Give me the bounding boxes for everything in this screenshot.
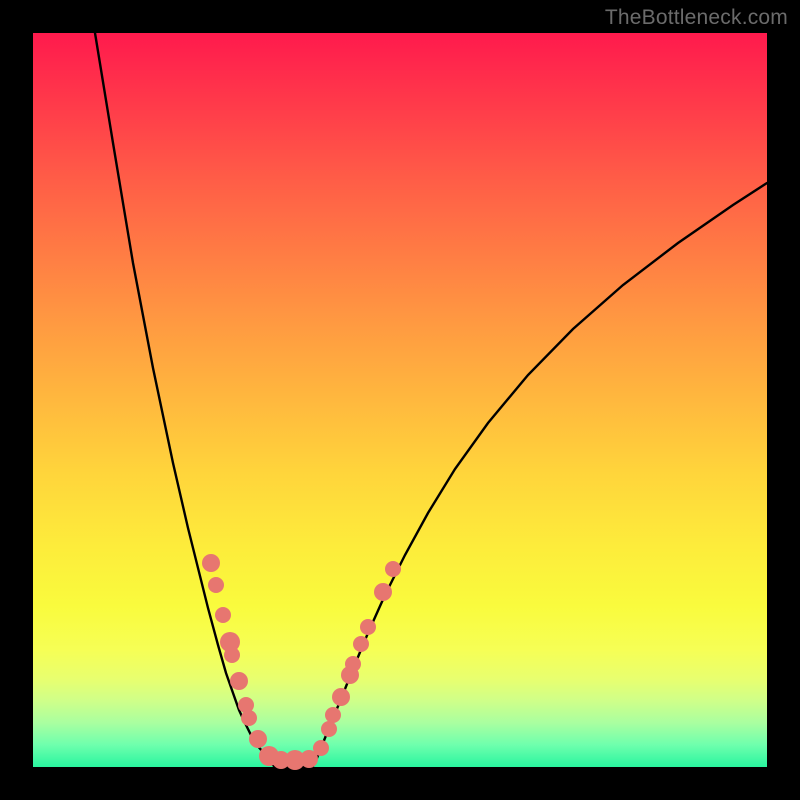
data-dot — [241, 710, 257, 726]
plot-area — [33, 33, 767, 767]
data-dot — [215, 607, 231, 623]
data-dot — [208, 577, 224, 593]
curve-svg — [33, 33, 767, 767]
watermark-text: TheBottleneck.com — [605, 6, 788, 30]
data-dot — [385, 561, 401, 577]
data-dot — [374, 583, 392, 601]
v-curve — [95, 33, 767, 766]
data-dot — [325, 707, 341, 723]
data-dot — [321, 721, 337, 737]
data-dot — [230, 672, 248, 690]
data-dot — [332, 688, 350, 706]
data-dot — [345, 656, 361, 672]
data-dot — [249, 730, 267, 748]
outer-frame: TheBottleneck.com — [0, 0, 800, 800]
data-dot — [360, 619, 376, 635]
data-dots — [202, 554, 401, 770]
data-dot — [224, 647, 240, 663]
data-dot — [353, 636, 369, 652]
data-dot — [313, 740, 329, 756]
data-dot — [202, 554, 220, 572]
